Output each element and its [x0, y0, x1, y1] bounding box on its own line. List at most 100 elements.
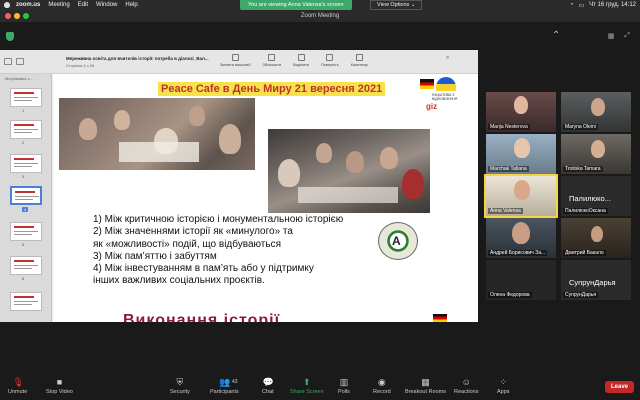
list-item: як «можливості» подій, що відбуваються [93, 238, 282, 250]
page-thumbnail[interactable] [10, 256, 42, 275]
menu-window[interactable]: Window [96, 2, 117, 8]
grid-view-icon[interactable]: ▦ [608, 32, 615, 40]
share-screen-button[interactable]: ⬆ Share Screen [290, 377, 324, 396]
rotate-icon [326, 54, 334, 61]
page-thumbnail[interactable] [10, 120, 42, 139]
comment-button[interactable]: Коментар [351, 54, 368, 67]
layout-arrows-icon[interactable]: ⌃ [552, 30, 560, 41]
viewing-share-banner: You are viewing Anna Valensa's screen [240, 0, 352, 10]
participant-tile[interactable]: Marchak Tatiana [486, 134, 556, 174]
participant-name: Troitska Tamara [563, 166, 603, 172]
page-thumbnail-selected[interactable] [10, 186, 42, 205]
next-section-title: Виконання історії [123, 312, 281, 322]
participant-name: Anna Valensa [488, 208, 523, 214]
participant-name: ПалилюкоОксана [563, 208, 608, 214]
menu-zoom[interactable]: zoom.us [16, 2, 40, 8]
participant-name: Олена Федорова [488, 292, 532, 298]
slide-title: Peace Cafe в День Миру 21 вересня 2021 [158, 82, 386, 96]
page-number: 2 [22, 140, 25, 145]
share-screen-icon: ⬆ [303, 377, 311, 387]
apps-button[interactable]: ⁘ Apps [497, 378, 510, 396]
participant-name: Дмитрий Вакало [563, 250, 606, 256]
list-item: 4) Між інвестуванням в пам’ять або у під… [93, 263, 314, 275]
apple-icon[interactable] [4, 2, 10, 8]
list-item: 2) Між значеннями історії як «минулого» … [93, 226, 293, 238]
page-number: 3 [22, 174, 25, 179]
participant-tile[interactable]: Maryna Oleini [561, 92, 631, 132]
participant-tile[interactable]: Troitska Tamara [561, 134, 631, 174]
reactions-button[interactable]: ☺ Reactions [454, 377, 478, 396]
unmute-button[interactable]: 🎙 Unmute [8, 377, 27, 396]
menu-meeting[interactable]: Meeting [48, 2, 69, 8]
search-icon[interactable]: ⌕ [446, 55, 449, 62]
page-thumbnail[interactable] [10, 88, 42, 107]
meeting-controls: 🎙 Unmute ■ Stop Video ⛨ Security 👥 Parti… [0, 376, 640, 400]
video-camera-icon: ■ [56, 377, 63, 387]
pdf-toolbar: Мереживна освіта для вчителів історії: п… [0, 50, 478, 74]
people-icon: 👥 [219, 377, 231, 387]
polls-icon: ▥ [339, 377, 349, 387]
participant-tile[interactable]: СупрунДарья СупрунДарья [561, 260, 631, 300]
comment-icon [355, 54, 363, 61]
menu-help[interactable]: Help [125, 2, 137, 8]
page-thumbnail[interactable] [10, 154, 42, 173]
participant-tile[interactable]: Олена Федорова [486, 260, 556, 300]
clock-text[interactable]: Чт 16 груд. 14:12 [589, 2, 636, 8]
record-button[interactable]: ◉ Record [373, 378, 391, 396]
participant-tile-active[interactable]: Anna Valensa [484, 174, 558, 218]
shield-icon[interactable] [6, 32, 14, 41]
window-controls [5, 13, 29, 19]
slide-list: 1) Між критичною історією і монументальн… [93, 214, 343, 288]
highlight-icon [297, 54, 305, 61]
rotate-button[interactable]: Поверніть [321, 54, 339, 67]
view-options-button[interactable]: View Options ⌄ [370, 0, 423, 10]
initiative-logo-text: ІНІЦІАТИВА З ВІДНОВЛЕННЯ [432, 93, 458, 102]
polls-button[interactable]: ▥ Polls [338, 377, 350, 396]
stop-video-button[interactable]: ■ Stop Video [46, 377, 73, 396]
pdf-thumbnail-sidebar: Мереживна о... 1 2 3 4 5 6 [0, 74, 52, 322]
page-number: 1 [22, 108, 25, 113]
breakout-rooms-button[interactable]: ▦ Breakout Rooms [405, 378, 446, 396]
slide-page: Peace Cafe в День Миру 21 вересня 2021 І… [53, 74, 478, 322]
shared-screen: Мереживна освіта для вчителів історії: п… [0, 50, 478, 322]
participant-tile[interactable]: Marija Nesterova [486, 92, 556, 132]
list-item: 1) Між критичною історією і монументальн… [93, 214, 344, 225]
giz-logo: giz [426, 102, 438, 111]
participant-name: Андрей Борисович За... [488, 250, 548, 256]
window-titlebar: Zoom Meeting [0, 10, 640, 22]
smiley-icon: ☺ [461, 377, 471, 387]
minimize-window-icon[interactable] [14, 13, 20, 19]
wifi-icon[interactable]: ◔ [570, 2, 574, 8]
zoom-window-icon[interactable] [23, 13, 29, 19]
event-photo-2 [268, 129, 430, 213]
fullscreen-icon[interactable]: ⤢ [624, 32, 630, 40]
thumbnail-header: Мереживна о... [5, 76, 34, 81]
list-item: 3) Між пам’яттю і забуттям [93, 250, 217, 262]
participant-tile[interactable]: Дмитрий Вакало [561, 218, 631, 258]
participant-tile[interactable]: Палилюко... ПалилюкоОксана [561, 176, 631, 216]
battery-icon[interactable]: ▭ [578, 2, 584, 9]
highlight-button[interactable]: Виділити [293, 54, 309, 67]
page-number: 5 [22, 242, 25, 247]
partner-logos: ІНІЦІАТИВА З ВІДНОВЛЕННЯ [418, 77, 474, 125]
zoom-in-button[interactable]: Збільшити [263, 54, 281, 67]
leave-button[interactable]: Leave [604, 381, 634, 393]
meeting-topbar: ⌃ ▦ ⤢ [0, 22, 640, 50]
mic-muted-icon: 🎙 [12, 377, 25, 387]
zoom-in-icon [268, 54, 276, 61]
view-menu-icon[interactable] [16, 58, 24, 65]
participant-tile[interactable]: Андрей Борисович За... [486, 218, 556, 258]
close-window-icon[interactable] [5, 13, 11, 19]
menu-edit[interactable]: Edit [78, 2, 88, 8]
event-photo-1 [59, 98, 255, 170]
germany-flag-icon [433, 314, 447, 322]
security-button[interactable]: ⛨ Security [170, 378, 190, 396]
page-thumbnail[interactable] [10, 222, 42, 241]
page-number: 6 [22, 276, 25, 281]
list-item: інших важливих соціальних проєктів. [93, 275, 265, 287]
chat-button[interactable]: 💬 Chat [262, 378, 274, 396]
participant-name: СупрунДарья [563, 292, 599, 298]
sidebar-toggle-icon[interactable] [4, 58, 12, 65]
page-thumbnail[interactable] [10, 292, 42, 311]
zoom-tool-button[interactable]: Змінити масштаб [220, 54, 251, 67]
